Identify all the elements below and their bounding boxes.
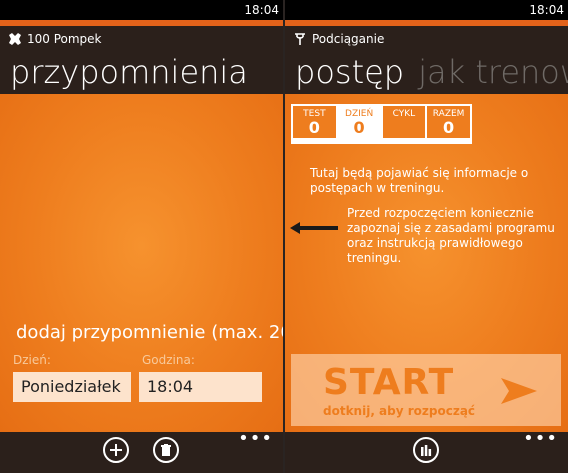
reminders-screen: 18:04 100 Pompek przypomnienia dodaj prz… (0, 0, 283, 473)
content-area: TEST 0 DZIEŃ 0 CYKL RAZEM 0 Tutaj będą p… (285, 94, 568, 432)
app-name-label: Podciąganie (312, 32, 385, 46)
hour-label: Godzina: (142, 353, 195, 367)
pivot-item-how-to-train[interactable]: jak trenowa (418, 53, 568, 91)
app-bar: ••• (0, 430, 283, 473)
app-bar: ••• (285, 430, 568, 473)
app-name-label: 100 Pompek (27, 32, 102, 46)
arrow-left-icon (290, 222, 338, 234)
status-bar: 18:04 (0, 0, 283, 20)
stat-test: TEST 0 (293, 106, 336, 138)
add-button[interactable] (103, 437, 129, 463)
status-time: 18:04 (529, 3, 564, 17)
content-area: dodaj przypomnienie (max. 20): Dzień: Go… (0, 94, 283, 432)
delete-icon (161, 444, 171, 456)
delete-button[interactable] (153, 437, 179, 463)
stats-icon (421, 445, 432, 456)
start-button[interactable]: START dotknij, aby rozpocząć (291, 354, 561, 426)
more-menu-button[interactable]: ••• (238, 430, 273, 448)
reminder-label: dodaj przypomnienie (max. 20): (16, 322, 283, 343)
header: 100 Pompek przypomnienia (0, 26, 283, 94)
play-arrow-icon (501, 378, 537, 404)
app-icon (8, 32, 22, 46)
app-name: 100 Pompek (8, 32, 102, 46)
start-sublabel: dotknij, aby rozpocząć (323, 404, 476, 418)
stats-panel: TEST 0 DZIEŃ 0 CYKL RAZEM 0 (291, 104, 472, 144)
stat-day: DZIEŃ 0 (337, 106, 381, 138)
hint-text: Przed rozpoczęciem koniecznie zapoznaj s… (347, 206, 555, 265)
add-icon (110, 444, 122, 456)
stats-button[interactable] (413, 437, 439, 463)
stat-value: 0 (308, 118, 320, 137)
status-bar: 18:04 (285, 0, 568, 20)
stat-label: CYKL (392, 109, 416, 119)
pivot-item-progress[interactable]: postęp (295, 53, 404, 91)
stat-total: RAZEM 0 (427, 106, 470, 138)
app-name: Podciąganie (293, 32, 384, 46)
progress-info-text: Tutaj będą pojawiać się informacje o pos… (310, 166, 529, 195)
progress-screen: 18:04 Podciąganie postęp jak trenowa TEST… (285, 0, 568, 473)
stat-value: 0 (353, 118, 365, 137)
stat-cycle: CYKL (382, 106, 426, 138)
more-menu-button[interactable]: ••• (523, 430, 558, 448)
page-title: przypomnienia (10, 53, 248, 91)
status-time: 18:04 (244, 3, 279, 17)
app-icon (293, 32, 307, 46)
hour-picker[interactable]: 18:04 (139, 372, 262, 402)
day-picker[interactable]: Poniedziałek (13, 372, 131, 402)
header: Podciąganie postęp jak trenowa (285, 26, 568, 94)
start-label: START (323, 362, 455, 403)
stat-value: 0 (443, 118, 455, 137)
day-label: Dzień: (13, 353, 51, 367)
pivot-header: postęp jak trenowa (295, 53, 568, 91)
